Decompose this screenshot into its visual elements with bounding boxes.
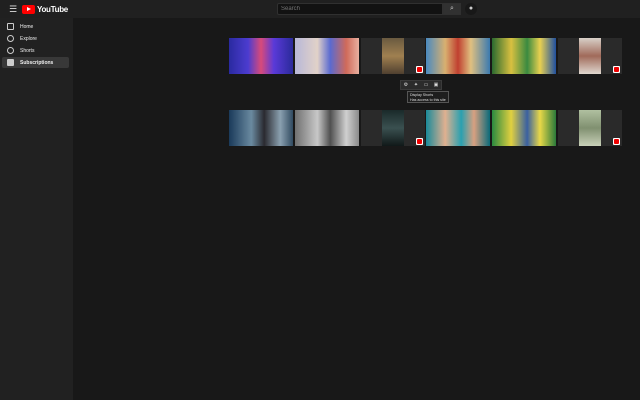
sidebar-item-label: Explore — [20, 35, 37, 42]
shorts-badge-icon — [416, 66, 423, 73]
tv-icon[interactable]: ▭ — [423, 82, 429, 88]
tooltip-subtitle: Has access to this site — [410, 97, 446, 102]
sidebar-item-label: Subscriptions — [20, 59, 54, 66]
video-thumbnail[interactable] — [492, 110, 556, 146]
thumbnail-image — [229, 110, 293, 146]
sidebar-item-home[interactable]: Home — [2, 21, 69, 32]
video-thumbnail[interactable] — [426, 38, 490, 74]
settings-icon[interactable]: ⚙ — [403, 82, 409, 88]
thumbnail-image — [579, 38, 601, 74]
short-thumbnail[interactable] — [558, 110, 622, 146]
magnifier-icon: ⌕ — [450, 5, 454, 12]
microphone-icon: ● — [468, 5, 474, 12]
thumbnail-image — [426, 110, 490, 146]
short-thumbnail[interactable] — [361, 38, 425, 74]
thumbnail-image — [579, 110, 601, 146]
home-icon — [7, 23, 14, 30]
video-thumbnail[interactable] — [492, 38, 556, 74]
search-button[interactable]: ⌕ — [443, 3, 461, 15]
shorts-badge-icon — [613, 138, 620, 145]
video-thumbnail[interactable] — [229, 38, 293, 74]
youtube-logo[interactable]: YouTube — [22, 4, 68, 14]
thumbnail-image — [492, 38, 556, 74]
thumbnail-image — [295, 110, 359, 146]
youtube-play-icon — [22, 4, 35, 14]
shorts-icon — [7, 47, 14, 54]
sidebar-item-subscriptions[interactable]: Subscriptions — [2, 57, 69, 68]
subscriptions-icon — [7, 59, 14, 66]
thumbnail-image — [229, 38, 293, 74]
logo-text: YouTube — [37, 4, 68, 14]
voice-search-button[interactable]: ● — [465, 3, 477, 15]
thumbnail-image — [492, 110, 556, 146]
sidebar: Home Explore Shorts Subscriptions — [0, 18, 73, 400]
thumbnail-image — [295, 38, 359, 74]
short-thumbnail[interactable] — [361, 110, 425, 146]
thumbnail-image — [382, 38, 404, 74]
video-thumbnail[interactable] — [426, 110, 490, 146]
window-icon[interactable]: ▣ — [433, 82, 439, 88]
sidebar-item-label: Home — [20, 23, 34, 30]
sidebar-item-explore[interactable]: Explore — [2, 33, 69, 44]
main-content — [73, 18, 640, 400]
video-thumbnail[interactable] — [295, 110, 359, 146]
search-input[interactable] — [277, 3, 443, 15]
short-thumbnail[interactable] — [558, 38, 622, 74]
sidebar-item-shorts[interactable]: Shorts — [2, 45, 69, 56]
top-bar: ☰ YouTube ⌕ ● — [0, 0, 640, 18]
video-thumbnail[interactable] — [295, 38, 359, 74]
thumbnail-image — [382, 110, 404, 146]
shorts-badge-icon — [613, 66, 620, 73]
sidebar-item-label: Shorts — [20, 47, 35, 54]
extension-tooltip: Display Shorts Has access to this site — [407, 91, 449, 103]
video-thumbnail[interactable] — [229, 110, 293, 146]
puzzle-icon[interactable]: ✦ — [413, 82, 419, 88]
compass-icon — [7, 35, 14, 42]
extension-toolbar: ⚙ ✦ ▭ ▣ — [400, 80, 442, 90]
hamburger-icon[interactable]: ☰ — [8, 4, 18, 14]
shorts-badge-icon — [416, 138, 423, 145]
thumbnail-image — [426, 38, 490, 74]
